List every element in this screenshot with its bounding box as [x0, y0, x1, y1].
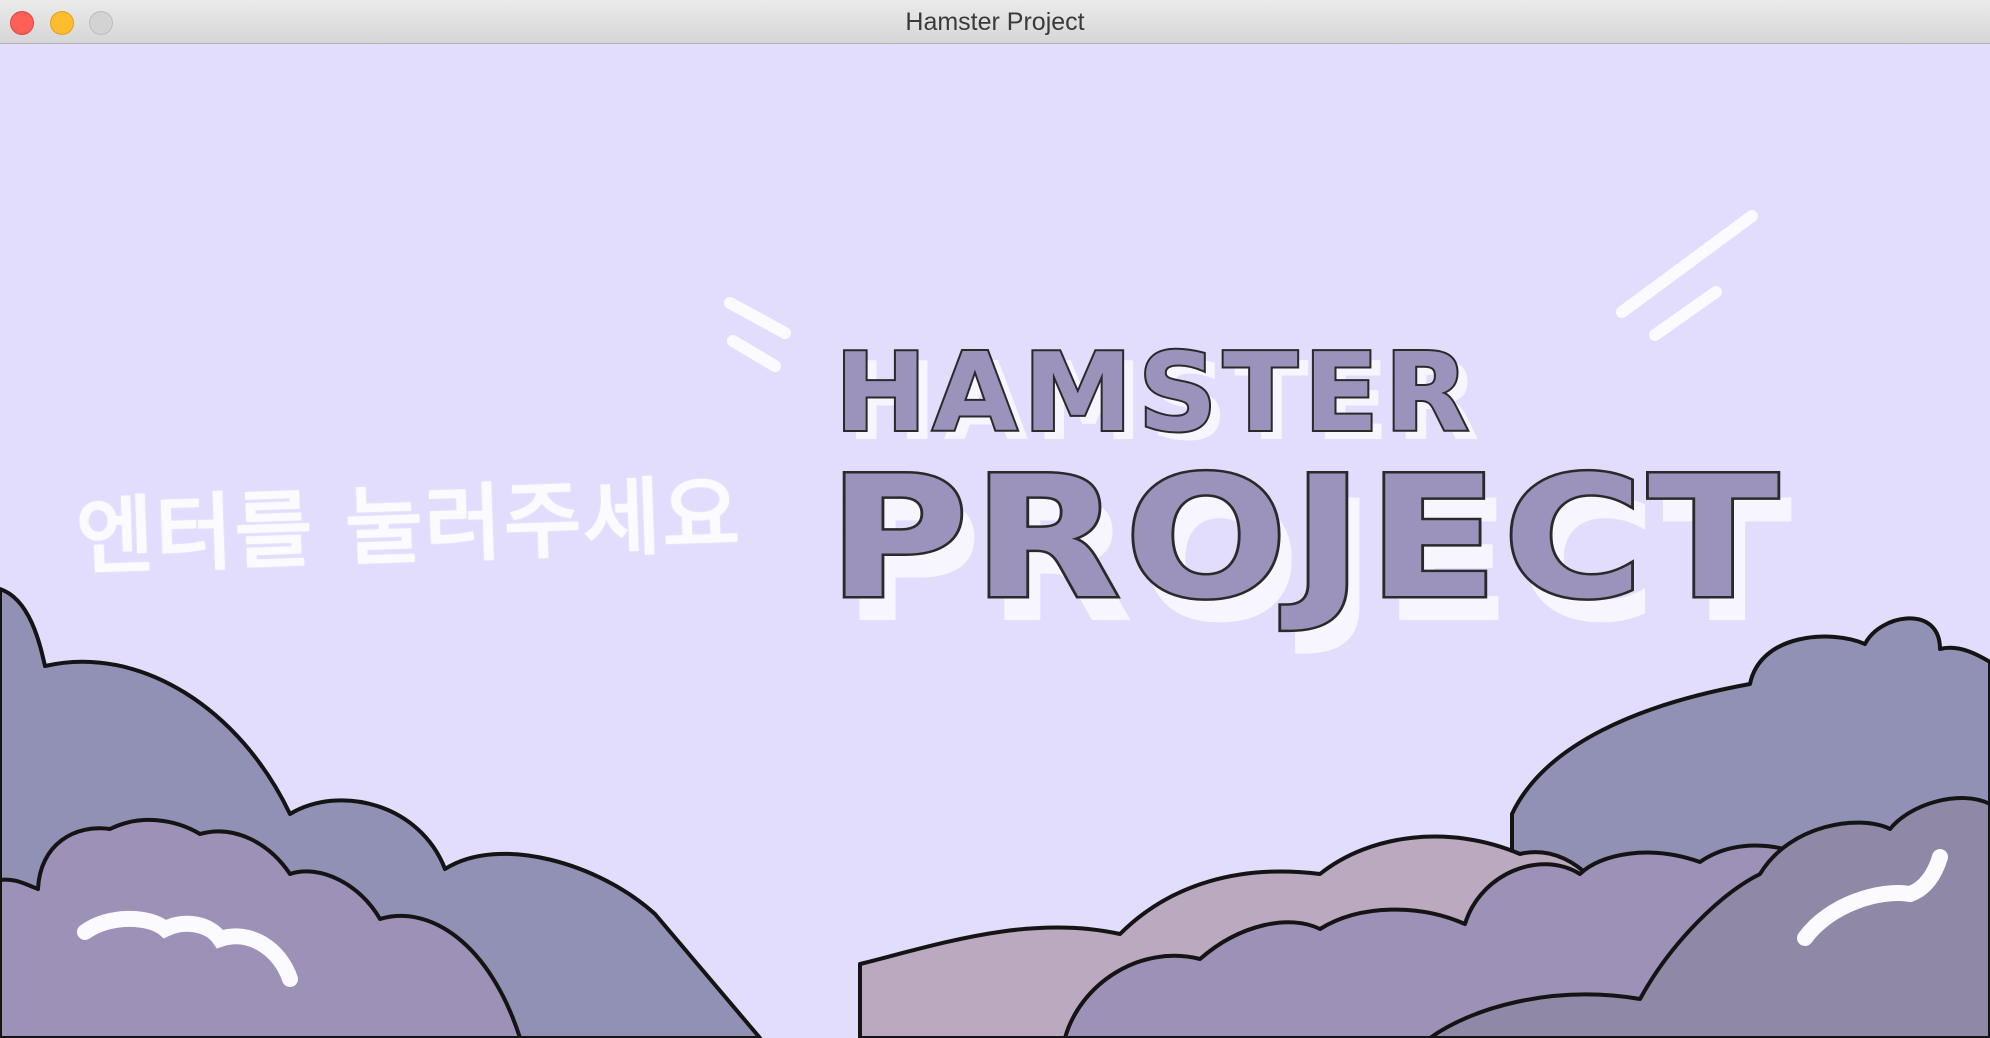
- title-bar: Hamster Project: [0, 0, 1990, 44]
- title-screen[interactable]: 엔터를 눌러주세요 HAMSTER HAMSTER PROJECT PROJEC…: [0, 44, 1990, 1038]
- clouds: [0, 587, 1990, 1038]
- window-title: Hamster Project: [905, 8, 1085, 36]
- game-window: Hamster Project 엔터를 눌러주세요 HAMSTER HAMSTE…: [0, 0, 1990, 1038]
